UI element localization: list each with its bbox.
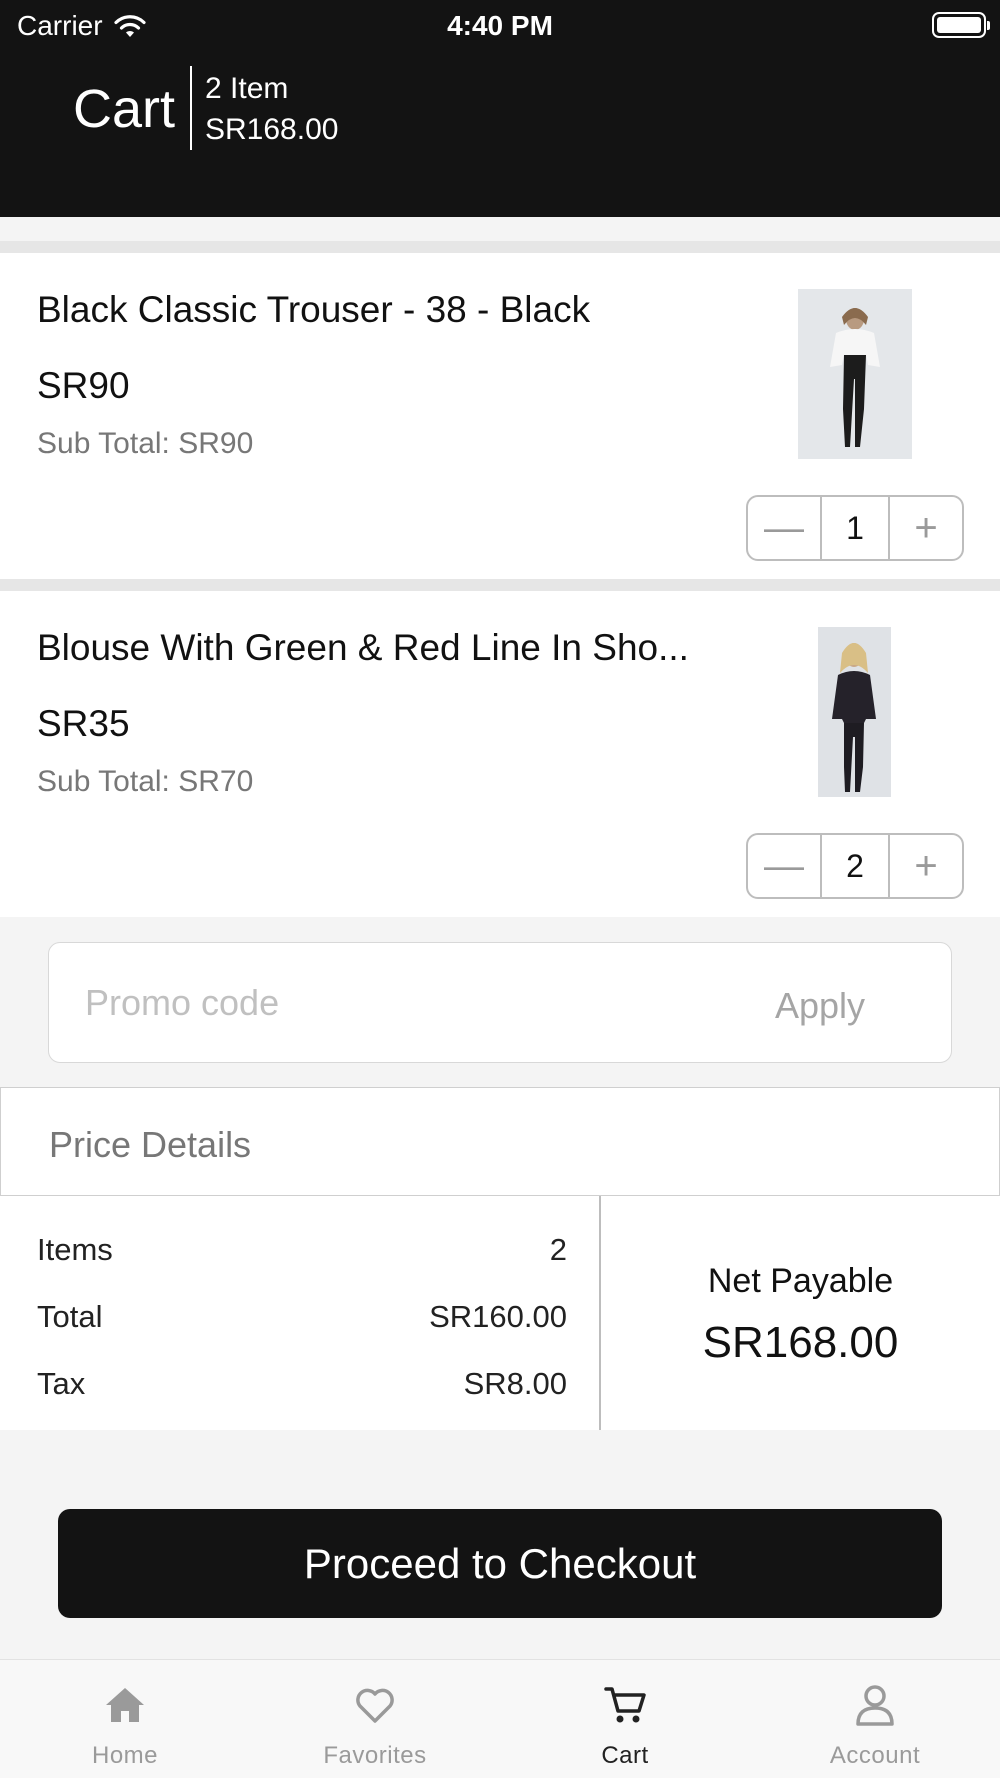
item-name[interactable]: Blouse With Green & Red Line In Sho... — [37, 627, 689, 669]
tab-account[interactable]: Account — [750, 1660, 1000, 1778]
total-label: Total — [37, 1299, 103, 1334]
tab-bar: Home Favorites Cart Account — [0, 1659, 1000, 1778]
battery-icon — [932, 12, 990, 38]
items-label: Items — [37, 1232, 113, 1267]
net-payable-label: Net Payable — [707, 1262, 894, 1300]
quantity-stepper: — 1 + — [746, 495, 964, 561]
item-price: SR90 — [37, 365, 130, 406]
price-details-header: Price Details — [0, 1087, 1000, 1196]
header-total: SR168.00 — [205, 113, 339, 146]
net-payable-value: SR168.00 — [702, 1318, 899, 1367]
status-bar: Carrier 4:40 PM — [0, 0, 1000, 50]
cart-item: Black Classic Trouser - 38 - Black SR90 … — [0, 253, 1000, 579]
header-item-count: 2 Item — [205, 72, 289, 105]
increase-quantity-button[interactable]: + — [890, 497, 962, 559]
quantity-value: 1 — [820, 497, 890, 559]
item-subtotal: Sub Total: SR90 — [37, 427, 254, 460]
home-icon — [106, 1688, 144, 1722]
divider — [0, 241, 1000, 253]
product-image[interactable] — [818, 627, 891, 797]
increase-quantity-button[interactable]: + — [890, 835, 962, 897]
tax-value: SR8.00 — [463, 1366, 567, 1401]
price-details-title: Price Details — [49, 1124, 252, 1165]
item-subtotal: Sub Total: SR70 — [37, 765, 254, 798]
quantity-value: 2 — [820, 835, 890, 897]
tax-label: Tax — [37, 1366, 86, 1401]
tab-label: Account — [829, 1742, 921, 1769]
promo-code-input[interactable] — [85, 971, 705, 1035]
tab-label: Favorites — [323, 1742, 427, 1769]
items-value: 2 — [549, 1232, 567, 1267]
proceed-to-checkout-button[interactable]: Proceed to Checkout — [58, 1509, 942, 1618]
status-time: 4:40 PM — [447, 10, 553, 41]
vertical-divider — [599, 1196, 601, 1430]
product-image[interactable] — [798, 289, 912, 459]
person-icon — [856, 1685, 894, 1726]
quantity-stepper: — 2 + — [746, 833, 964, 899]
decrease-quantity-button[interactable]: — — [748, 497, 820, 559]
cart-header: Carrier 4:40 PM Cart 2 Item SR168.00 — [0, 0, 1000, 217]
cart-icon — [604, 1687, 646, 1723]
item-name[interactable]: Black Classic Trouser - 38 - Black — [37, 289, 590, 331]
tab-label: Cart — [601, 1742, 649, 1769]
tab-cart[interactable]: Cart — [500, 1660, 750, 1778]
heart-icon — [356, 1688, 394, 1723]
tab-favorites[interactable]: Favorites — [250, 1660, 500, 1778]
tab-home[interactable]: Home — [0, 1660, 250, 1778]
cart-item: Blouse With Green & Red Line In Sho... S… — [0, 591, 1000, 917]
item-price: SR35 — [37, 703, 130, 744]
promo-code-box: Apply — [48, 942, 952, 1063]
apply-promo-button[interactable]: Apply — [775, 985, 865, 1027]
page-title: Cart — [73, 79, 176, 139]
divider — [0, 579, 1000, 591]
price-details-body: Items 2 Total SR160.00 Tax SR8.00 Net Pa… — [0, 1196, 1000, 1430]
tab-label: Home — [91, 1742, 159, 1769]
title-divider — [190, 66, 192, 150]
total-value: SR160.00 — [429, 1299, 567, 1334]
decrease-quantity-button[interactable]: — — [748, 835, 820, 897]
